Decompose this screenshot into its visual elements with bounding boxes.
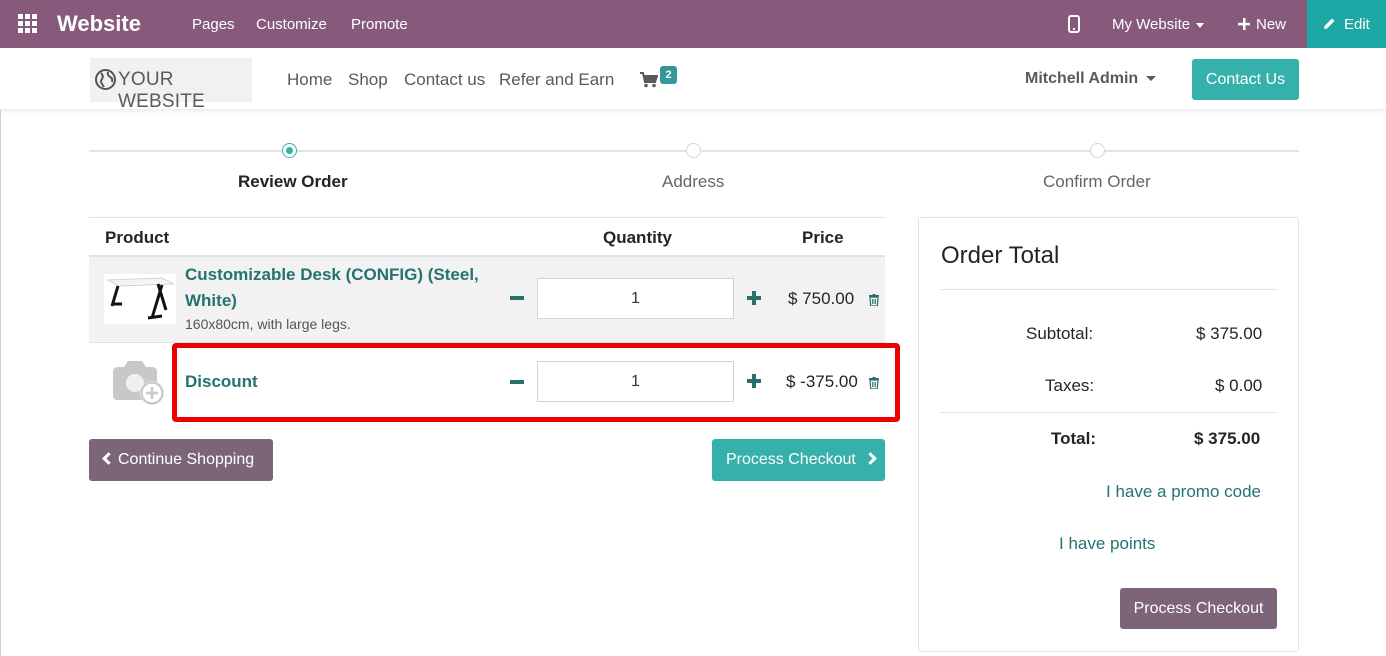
process-checkout-button[interactable]: Process Checkout	[712, 439, 885, 481]
step-label-confirm-order: Confirm Order	[1043, 172, 1151, 191]
contact-us-button[interactable]: Contact Us	[1192, 59, 1299, 100]
decrease-quantity-button[interactable]	[510, 296, 524, 300]
logo-text: YOUR WEBSITE	[118, 69, 205, 112]
website-selector-label: My Website	[1112, 16, 1191, 33]
order-total-title: Order Total	[941, 242, 1060, 269]
nav-refer-and-earn[interactable]: Refer and Earn	[499, 70, 614, 90]
mobile-preview-icon[interactable]	[1068, 15, 1080, 33]
globe-icon	[95, 69, 116, 90]
divider	[940, 412, 1277, 413]
camera-placeholder-icon[interactable]	[110, 358, 168, 408]
table-top-border	[89, 217, 885, 218]
column-header-product: Product	[105, 228, 170, 247]
chevron-right-icon	[864, 452, 877, 465]
website-selector[interactable]: My Website	[1112, 16, 1205, 33]
edit-button[interactable]: Edit	[1307, 0, 1386, 48]
step-dot-address	[686, 143, 701, 158]
process-checkout-label: Process Checkout	[726, 451, 856, 468]
apps-grid-icon[interactable]	[18, 14, 38, 34]
product-name-line: White)	[185, 291, 237, 310]
step-dot-review-order	[282, 143, 297, 158]
trash-icon[interactable]	[869, 294, 879, 306]
points-link[interactable]: I have points	[1059, 534, 1155, 554]
admin-navbar: Website Pages Customize Promote My Websi…	[0, 0, 1386, 48]
product-name-discount[interactable]: Discount	[185, 369, 258, 395]
shopping-cart-icon[interactable]	[640, 72, 658, 88]
caret-down-icon	[1196, 22, 1205, 28]
edit-button-label: Edit	[1344, 16, 1370, 33]
user-name: Mitchell Admin	[1025, 70, 1139, 87]
menu-pages[interactable]: Pages	[192, 16, 235, 33]
menu-promote[interactable]: Promote	[351, 16, 408, 33]
step-label-review-order: Review Order	[238, 172, 348, 191]
chevron-left-icon	[102, 452, 115, 465]
taxes-value: $ 0.00	[1215, 376, 1263, 395]
taxes-label: Taxes:	[1045, 376, 1095, 395]
website-logo[interactable]: YOUR WEBSITE	[90, 58, 252, 112]
total-value: $ 375.00	[1194, 429, 1261, 448]
nav-contact-us[interactable]: Contact us	[404, 70, 485, 90]
process-checkout-button[interactable]: Process Checkout	[1120, 588, 1277, 629]
promo-code-link[interactable]: I have a promo code	[1106, 482, 1261, 502]
decrease-quantity-button[interactable]	[510, 380, 524, 384]
new-button-label: New	[1256, 16, 1287, 33]
product-description: 160x80cm, with large legs.	[185, 316, 351, 332]
cart-count-badge: 2	[660, 66, 677, 84]
quantity-input[interactable]	[537, 361, 734, 402]
app-name[interactable]: Website	[57, 11, 141, 37]
trash-icon[interactable]	[869, 377, 879, 389]
column-header-price: Price	[802, 228, 844, 247]
page-edge	[0, 48, 1, 656]
subtotal-label: Subtotal:	[1026, 324, 1094, 343]
user-menu[interactable]: Mitchell Admin	[1025, 70, 1157, 88]
increase-quantity-button[interactable]	[747, 291, 761, 305]
step-label-address: Address	[662, 172, 725, 191]
total-label: Total:	[1051, 429, 1097, 448]
subtotal-value: $ 375.00	[1196, 324, 1263, 343]
plus-icon	[1238, 18, 1250, 30]
increase-quantity-button[interactable]	[747, 374, 761, 388]
new-button[interactable]: New	[1238, 16, 1286, 33]
nav-shop[interactable]: Shop	[348, 70, 388, 90]
quantity-input[interactable]	[537, 278, 734, 319]
product-name-line: Customizable Desk (CONFIG) (Steel,	[185, 265, 479, 284]
column-header-quantity: Quantity	[603, 228, 672, 247]
product-price: $ 750.00	[788, 289, 855, 308]
step-dot-confirm-order	[1090, 143, 1105, 158]
product-price: $ -375.00	[786, 372, 858, 391]
product-name-desk[interactable]: Customizable Desk (CONFIG) (Steel, White)	[185, 262, 479, 314]
caret-down-icon	[1146, 76, 1157, 82]
nav-home[interactable]: Home	[287, 70, 332, 90]
continue-shopping-label: Continue Shopping	[118, 451, 255, 468]
desk-image[interactable]	[104, 274, 176, 324]
continue-shopping-button[interactable]: Continue Shopping	[89, 439, 273, 481]
menu-customize[interactable]: Customize	[256, 16, 327, 33]
divider	[940, 289, 1277, 290]
pencil-icon	[1324, 18, 1335, 29]
